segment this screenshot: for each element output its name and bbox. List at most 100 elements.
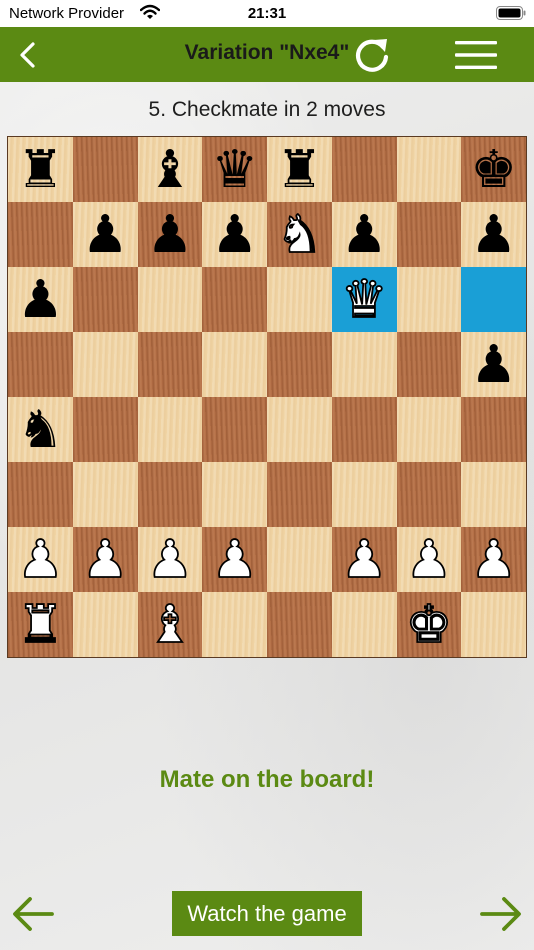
square-d4[interactable]	[202, 397, 267, 462]
white-knight-piece[interactable]: ♞	[275, 208, 323, 262]
square-c6[interactable]	[137, 267, 203, 332]
status-bar: Network Provider 21:31	[0, 0, 534, 27]
square-a6[interactable]: ♟	[8, 267, 73, 332]
square-h5[interactable]: ♟	[461, 332, 526, 397]
square-e3[interactable]	[267, 462, 332, 527]
black-rook-piece[interactable]: ♜	[276, 144, 323, 196]
square-a2[interactable]: ♟	[8, 527, 73, 592]
square-h3[interactable]	[461, 462, 526, 527]
white-pawn-piece[interactable]: ♟	[81, 533, 129, 587]
black-pawn-piece[interactable]: ♟	[470, 209, 517, 261]
square-h2[interactable]: ♟	[461, 527, 526, 592]
black-knight-piece[interactable]: ♞	[17, 404, 64, 456]
square-e8[interactable]: ♜	[267, 137, 332, 202]
square-b3[interactable]	[72, 462, 138, 527]
black-pawn-piece[interactable]: ♟	[17, 274, 64, 326]
square-b8[interactable]	[72, 137, 138, 202]
black-queen-piece[interactable]: ♛	[211, 144, 258, 196]
square-b2[interactable]: ♟	[72, 527, 138, 592]
square-a7[interactable]	[8, 202, 73, 267]
battery-icon	[496, 6, 526, 20]
square-b6[interactable]	[72, 267, 138, 332]
square-f8[interactable]	[331, 137, 397, 202]
square-c3[interactable]	[137, 462, 203, 527]
square-h1[interactable]	[461, 592, 526, 657]
square-d1[interactable]	[202, 592, 267, 657]
black-pawn-piece[interactable]: ♟	[341, 209, 388, 261]
square-h6[interactable]	[461, 267, 526, 332]
black-king-piece[interactable]: ♚	[470, 144, 517, 196]
square-c8[interactable]: ♝	[137, 137, 203, 202]
square-g2[interactable]: ♟	[396, 527, 462, 592]
black-pawn-piece[interactable]: ♟	[470, 339, 517, 391]
arrow-left-icon	[13, 897, 54, 931]
white-rook-piece[interactable]: ♜	[16, 598, 64, 652]
white-pawn-piece[interactable]: ♟	[146, 533, 194, 587]
black-rook-piece[interactable]: ♜	[17, 144, 64, 196]
square-d7[interactable]: ♟	[202, 202, 267, 267]
square-a8[interactable]: ♜	[8, 137, 73, 202]
square-h4[interactable]	[461, 397, 526, 462]
square-f5[interactable]	[331, 332, 397, 397]
square-c2[interactable]: ♟	[137, 527, 203, 592]
square-b5[interactable]	[72, 332, 138, 397]
chess-board[interactable]: ♜ ♝ ♛ ♜ ♚ ♟ ♟ ♟ ♞ ♟ ♟ ♟ ♛ ♟ ♞ ♟ ♟ ♟ ♟ ♟ ♟ ♟ ♜ ♝ ♚	[7, 136, 527, 658]
square-a5[interactable]	[8, 332, 73, 397]
square-g8[interactable]	[396, 137, 462, 202]
white-king-piece[interactable]: ♚	[405, 598, 453, 652]
square-e1[interactable]	[267, 592, 332, 657]
black-pawn-piece[interactable]: ♟	[82, 209, 129, 261]
square-f7[interactable]: ♟	[331, 202, 397, 267]
black-pawn-piece[interactable]: ♟	[147, 209, 194, 261]
square-e6[interactable]	[267, 267, 332, 332]
square-b7[interactable]: ♟	[72, 202, 138, 267]
square-f2[interactable]: ♟	[331, 527, 397, 592]
square-g1[interactable]: ♚	[396, 592, 462, 657]
square-d6[interactable]	[202, 267, 267, 332]
previous-button[interactable]	[10, 893, 56, 935]
black-bishop-piece[interactable]: ♝	[147, 144, 194, 196]
menu-button[interactable]	[452, 33, 500, 77]
refresh-button[interactable]	[348, 31, 396, 79]
square-c1[interactable]: ♝	[137, 592, 203, 657]
black-pawn-piece[interactable]: ♟	[211, 209, 258, 261]
square-d3[interactable]	[202, 462, 267, 527]
square-e7[interactable]: ♞	[267, 202, 332, 267]
square-e4[interactable]	[267, 397, 332, 462]
square-g3[interactable]	[396, 462, 462, 527]
watch-game-button[interactable]: Watch the game	[172, 891, 362, 936]
square-f1[interactable]	[331, 592, 397, 657]
white-pawn-piece[interactable]: ♟	[340, 533, 388, 587]
square-g7[interactable]	[396, 202, 462, 267]
square-c5[interactable]	[137, 332, 203, 397]
square-f4[interactable]	[331, 397, 397, 462]
square-g4[interactable]	[396, 397, 462, 462]
square-d2[interactable]: ♟	[202, 527, 267, 592]
square-a1[interactable]: ♜	[8, 592, 73, 657]
next-button[interactable]	[478, 893, 524, 935]
square-g5[interactable]	[396, 332, 462, 397]
square-a3[interactable]	[8, 462, 73, 527]
white-queen-piece[interactable]: ♛	[340, 273, 388, 327]
white-pawn-piece[interactable]: ♟	[210, 533, 258, 587]
square-c7[interactable]: ♟	[137, 202, 203, 267]
square-d5[interactable]	[202, 332, 267, 397]
square-h7[interactable]: ♟	[461, 202, 526, 267]
square-g6[interactable]	[396, 267, 462, 332]
square-h8[interactable]: ♚	[461, 137, 526, 202]
result-message: Mate on the board!	[159, 766, 375, 793]
square-f3[interactable]	[331, 462, 397, 527]
square-e5[interactable]	[267, 332, 332, 397]
hamburger-menu-icon	[455, 41, 497, 69]
square-b1[interactable]	[72, 592, 138, 657]
square-f6[interactable]: ♛	[331, 267, 397, 332]
white-pawn-piece[interactable]: ♟	[405, 533, 453, 587]
square-a4[interactable]: ♞	[8, 397, 73, 462]
white-pawn-piece[interactable]: ♟	[469, 533, 517, 587]
square-d8[interactable]: ♛	[202, 137, 267, 202]
white-pawn-piece[interactable]: ♟	[16, 533, 64, 587]
square-e2[interactable]	[267, 527, 332, 592]
white-bishop-piece[interactable]: ♝	[146, 598, 194, 652]
square-b4[interactable]	[72, 397, 138, 462]
square-c4[interactable]	[137, 397, 203, 462]
